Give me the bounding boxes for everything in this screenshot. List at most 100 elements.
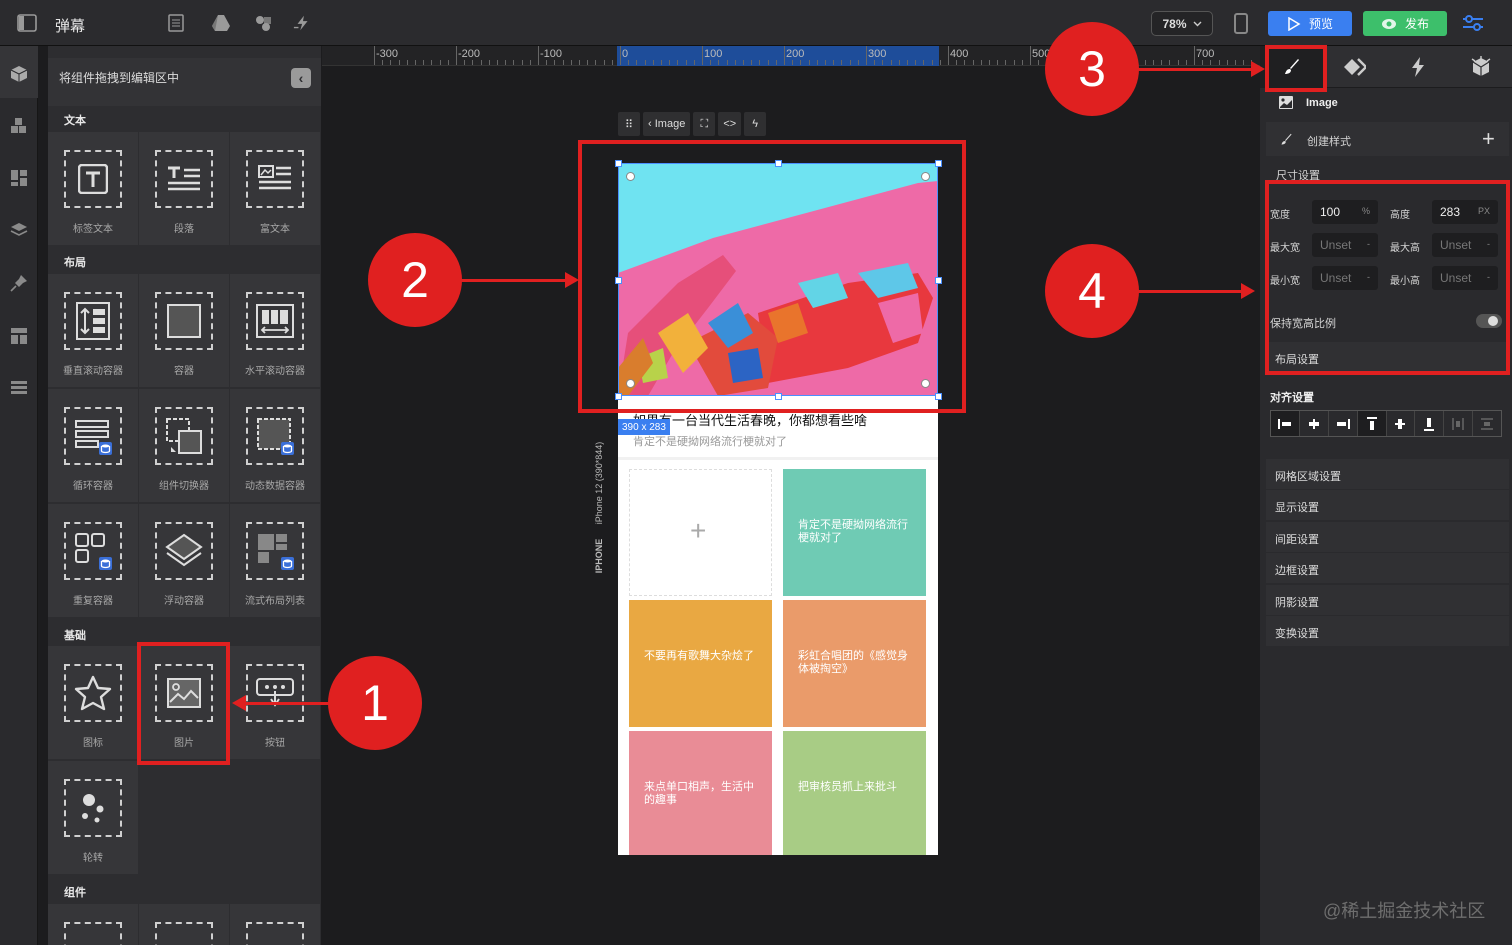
document-icon[interactable]	[166, 13, 186, 33]
layers-icon[interactable]	[9, 220, 29, 240]
ruler-tick	[595, 60, 597, 65]
drag-handle-icon[interactable]: ⠿	[618, 112, 640, 136]
align-top-icon[interactable]	[1357, 411, 1387, 436]
ruler-tick	[415, 60, 416, 65]
tile-horizontal-scroll[interactable]: 水平滚动容器	[230, 274, 320, 387]
tile-label-text[interactable]: 标签文本	[48, 132, 138, 245]
ruler-tick	[898, 60, 900, 65]
sidebar-toggle-icon[interactable]	[17, 13, 37, 33]
ruler-label: -300	[376, 48, 399, 60]
tile-flow-list[interactable]: 流式布局列表	[230, 504, 320, 617]
tile-component-switcher[interactable]: 组件切换器	[139, 389, 229, 502]
align-left-icon[interactable]	[1271, 411, 1300, 436]
tab-events[interactable]	[1386, 46, 1449, 88]
distribute-h-icon[interactable]	[1444, 411, 1474, 436]
tile-carousel-component[interactable]: 轮转	[48, 761, 138, 874]
pin-icon[interactable]	[9, 273, 29, 293]
tile-label: 标签文本	[73, 224, 113, 235]
ruler-tick	[398, 60, 400, 65]
spacing-section[interactable]: 间距设置	[1266, 522, 1509, 552]
dashboard-icon[interactable]	[9, 168, 29, 188]
chevron-left-icon: ‹	[648, 118, 655, 130]
align-right-icon[interactable]	[1329, 411, 1358, 436]
tile-icon-component[interactable]: 图标	[48, 646, 138, 759]
align-center-v-icon[interactable]	[1387, 411, 1416, 436]
transform-section[interactable]: 变换设置	[1266, 616, 1509, 646]
tile-container[interactable]: 容器	[139, 274, 229, 387]
drive-icon[interactable]	[211, 13, 231, 33]
ruler-tick	[882, 60, 884, 65]
code-icon[interactable]: <>	[718, 112, 742, 136]
collapse-panel-button[interactable]: ‹	[291, 68, 311, 88]
shadow-section[interactable]: 阴影设置	[1266, 585, 1509, 615]
panel-header-text: 将组件拖拽到编辑区中	[59, 71, 180, 85]
templates-icon[interactable]	[9, 326, 29, 346]
card-item[interactable]: 把审核员抓上来批斗	[783, 731, 926, 855]
ruler-tick	[406, 60, 408, 65]
ruler-tick	[997, 60, 999, 65]
dynamic-data-icon	[246, 407, 304, 465]
grid-area-section[interactable]: 网格区域设置	[1266, 459, 1509, 489]
select-parent-button[interactable]: ‹ Image	[643, 112, 691, 136]
tile-loop-container[interactable]: 循环容器	[48, 389, 138, 502]
align-center-h-icon[interactable]	[1300, 411, 1329, 436]
display-section[interactable]: 显示设置	[1266, 490, 1509, 520]
highlight-canvas-image	[578, 140, 966, 413]
tile-float-container[interactable]: 浮动容器	[139, 504, 229, 617]
ruler-tick	[644, 60, 646, 65]
zoom-select[interactable]: 78%	[1151, 11, 1213, 36]
blocks-icon[interactable]	[9, 116, 29, 136]
section-title: 间距设置	[1275, 534, 1319, 546]
publish-button[interactable]: 发布	[1363, 11, 1447, 36]
diamond-icon	[1343, 58, 1366, 76]
lightning-icon[interactable]: ϟ	[744, 112, 767, 136]
tile-repeat-container[interactable]: 重复容器	[48, 504, 138, 617]
card-item[interactable]: 彩虹合唱团的《感觉身体被掏空》	[783, 600, 926, 727]
ruler-tick	[456, 46, 457, 65]
device-type-text: IPHONE	[594, 538, 604, 574]
tab-interaction[interactable]	[1323, 46, 1386, 88]
ruler-tick	[423, 60, 425, 65]
ruler-tick	[652, 60, 654, 65]
card-text: 来点单口相声，生活中的趣事	[644, 781, 754, 806]
card-item[interactable]: 肯定不是硬拗网络流行梗就对了	[783, 469, 926, 596]
components-icon[interactable]	[9, 64, 29, 84]
ruler-tick	[472, 60, 474, 65]
fullscreen-icon[interactable]: ⛶	[693, 112, 716, 136]
tile-paragraph[interactable]: 段落	[139, 132, 229, 245]
card-item[interactable]: 来点单口相声，生活中的趣事	[629, 731, 772, 855]
ruler-tick	[579, 60, 580, 65]
plus-icon: +	[690, 515, 707, 546]
tile-component-2[interactable]	[139, 904, 229, 945]
distribute-v-icon[interactable]	[1473, 411, 1501, 436]
tile-label: 富文本	[260, 224, 290, 235]
ruler-tick	[374, 46, 375, 65]
tab-animation[interactable]	[1449, 46, 1512, 88]
device-icon[interactable]	[1234, 13, 1248, 34]
ruler-label: 700	[1196, 48, 1215, 60]
tile-rich-text[interactable]: 富文本	[230, 132, 320, 245]
preview-button[interactable]: 预览	[1268, 11, 1352, 36]
ruler-tick	[669, 60, 671, 65]
list-icon[interactable]	[9, 378, 29, 398]
actions-icon[interactable]	[293, 13, 313, 33]
add-style-icon[interactable]: +	[1482, 126, 1495, 152]
card-text: 不要再有歌舞大杂烩了	[644, 650, 754, 662]
ruler-tick	[825, 60, 826, 65]
settings-sliders-icon[interactable]	[1462, 13, 1484, 33]
divider	[618, 457, 938, 460]
ruler-tick	[562, 60, 564, 65]
card-item[interactable]: 不要再有歌舞大杂烩了	[629, 600, 772, 727]
tile-label: 按钮	[265, 738, 285, 749]
tile-dynamic-data[interactable]: 动态数据容器	[230, 389, 320, 502]
ruler-label: -100	[540, 48, 563, 60]
add-card[interactable]: +	[629, 469, 772, 596]
tile-component-1[interactable]	[48, 904, 138, 945]
tile-vertical-scroll[interactable]: 垂直滚动容器	[48, 274, 138, 387]
align-bottom-icon[interactable]	[1415, 411, 1445, 436]
assets-icon[interactable]	[254, 13, 274, 33]
horizontal-scroll-icon	[246, 292, 304, 350]
border-section[interactable]: 边框设置	[1266, 553, 1509, 583]
tile-component-3[interactable]	[230, 904, 320, 945]
create-style-row[interactable]: 创建样式 +	[1266, 122, 1509, 156]
